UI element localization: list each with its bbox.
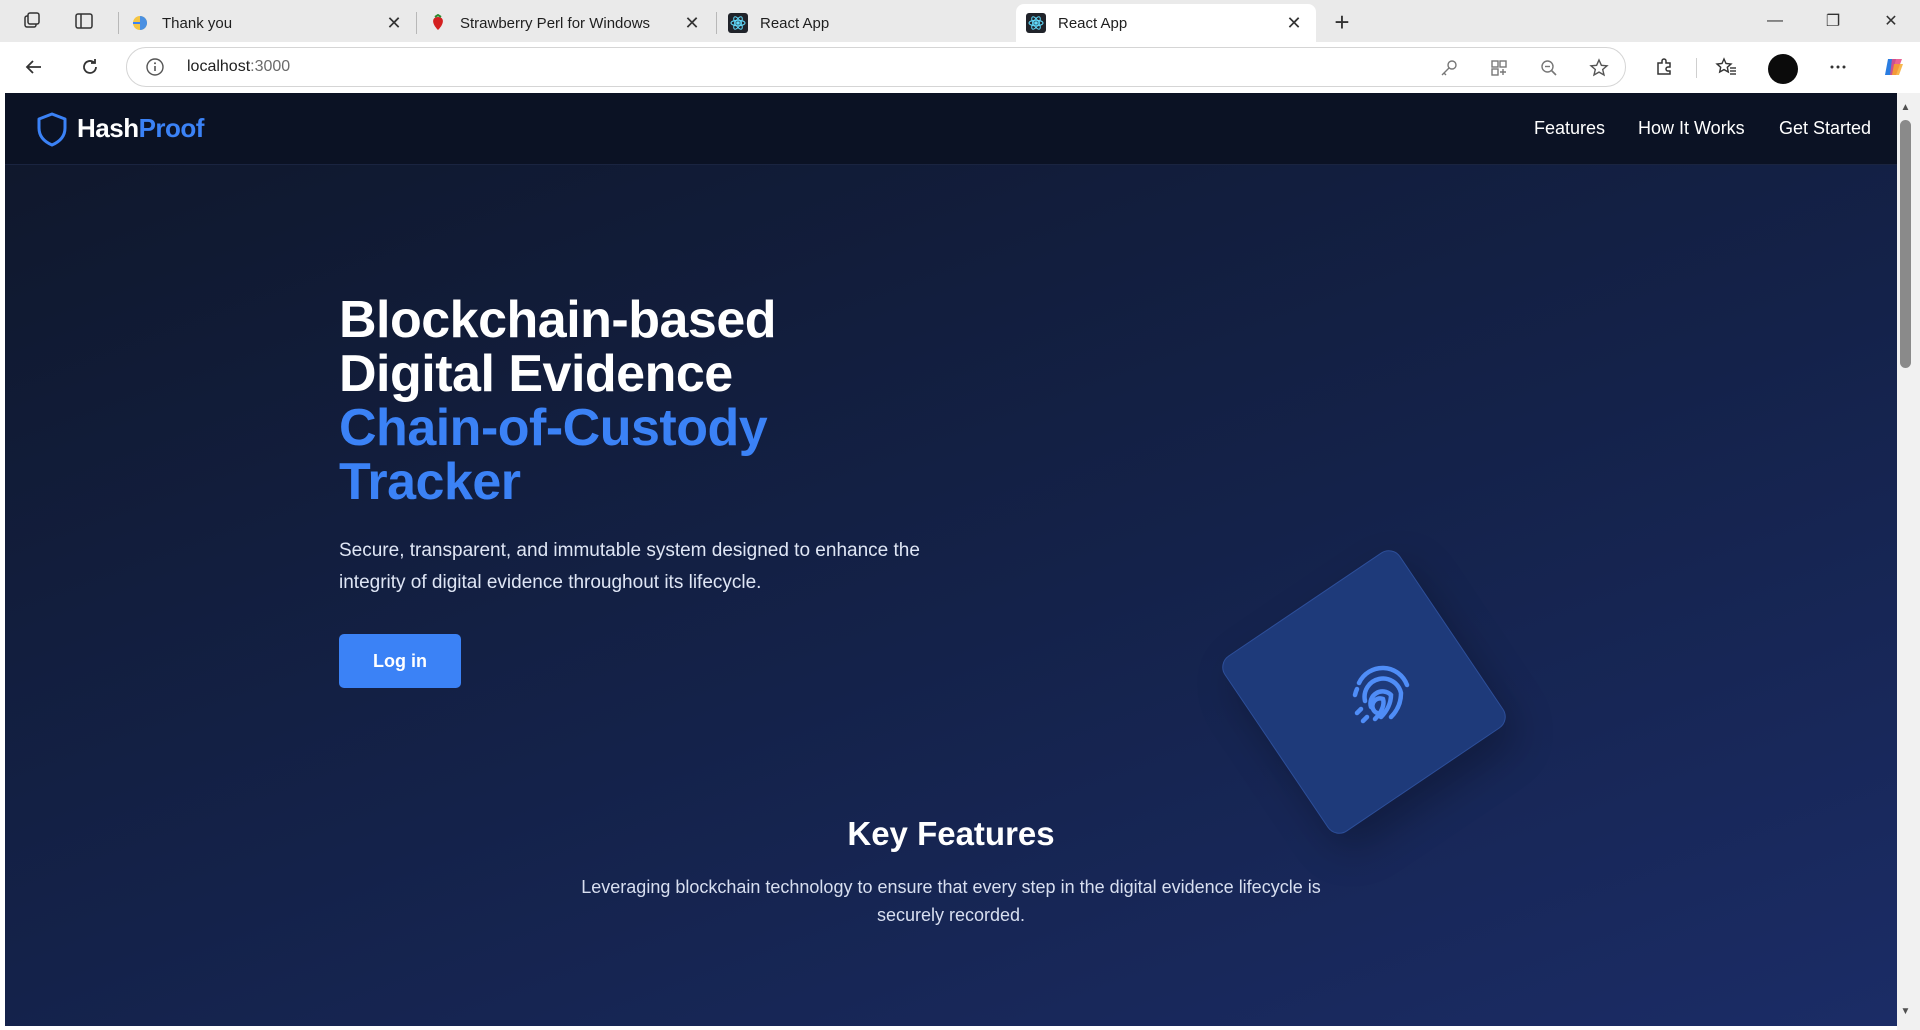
restore-button[interactable]: ❐	[1804, 0, 1862, 42]
close-window-button[interactable]: ✕	[1862, 0, 1920, 42]
nav-features-link[interactable]: Features	[1534, 118, 1605, 139]
tab-actions-icon[interactable]	[72, 9, 96, 33]
logo-part-hash: Hash	[77, 113, 139, 143]
react-icon	[1026, 13, 1046, 33]
new-tab-button[interactable]: +	[1328, 7, 1356, 37]
settings-more-button[interactable]	[1822, 51, 1854, 83]
hero-title-accent: Tracker	[339, 453, 521, 511]
tab-title: Strawberry Perl for Windows	[460, 14, 651, 32]
profile-avatar[interactable]	[1768, 54, 1798, 84]
hero-description: Secure, transparent, and immutable syste…	[339, 540, 920, 593]
browser-toolbar: localhost:3000	[0, 42, 1920, 92]
puzzle-icon	[1657, 58, 1671, 75]
tab-close-icon[interactable]: ✕	[1284, 13, 1304, 33]
tab-title: Thank you	[162, 14, 233, 32]
minimize-button[interactable]: —	[1746, 0, 1804, 42]
url-host: localhost	[187, 58, 251, 75]
scroll-down-arrow-icon[interactable]: ▼	[1897, 1004, 1914, 1018]
strawberry-icon	[428, 13, 448, 33]
app-available-icon[interactable]	[1487, 56, 1511, 80]
tab-title: React App	[760, 14, 830, 32]
login-button[interactable]: Log in	[339, 634, 461, 688]
site-navbar: HashProof Features How It Works Get Star…	[5, 93, 1897, 165]
workspaces-icon[interactable]	[20, 9, 44, 33]
browser-tab-bar: Thank you ✕ Strawberry Perl for Windows …	[0, 0, 1920, 42]
copilot-icon	[1885, 59, 1903, 75]
favorite-star-icon[interactable]	[1587, 56, 1611, 80]
reload-button[interactable]	[74, 51, 106, 83]
site-logo[interactable]: HashProof	[77, 113, 204, 144]
tab-close-icon[interactable]: ✕	[384, 13, 404, 33]
nav-how-it-works-link[interactable]: How It Works	[1638, 118, 1745, 139]
back-button[interactable]	[18, 51, 50, 83]
nav-get-started-link[interactable]: Get Started	[1779, 118, 1871, 139]
site-info-icon[interactable]	[145, 57, 165, 77]
tab-react-app[interactable]: React App	[718, 4, 1014, 42]
address-bar[interactable]: localhost:3000	[126, 47, 1626, 87]
extensions-button[interactable]	[1648, 51, 1680, 83]
react-icon	[728, 13, 748, 33]
hero-title-accent: Chain-of-Custody	[339, 399, 768, 457]
hero-title-line: Blockchain-based	[339, 291, 777, 349]
tab-react-app-active[interactable]: React App ✕	[1016, 4, 1316, 42]
hero-title: Blockchain-based Digital Evidence Chain-…	[339, 293, 899, 509]
globe-icon	[130, 13, 150, 33]
page-viewport: HashProof Features How It Works Get Star…	[5, 93, 1897, 1026]
tab-title: React App	[1058, 14, 1128, 32]
back-arrow-icon	[25, 60, 41, 74]
url-text[interactable]: localhost:3000	[187, 58, 290, 76]
key-icon[interactable]	[1437, 56, 1461, 80]
tab-strawberry-perl[interactable]: Strawberry Perl for Windows ✕	[418, 4, 714, 42]
key-features-title: Key Features	[847, 815, 1055, 852]
logo-part-proof: Proof	[138, 113, 205, 143]
url-port: :3000	[250, 58, 291, 75]
shield-icon[interactable]	[35, 111, 69, 147]
scroll-up-arrow-icon[interactable]: ▲	[1897, 100, 1914, 114]
tab-thank-you[interactable]: Thank you ✕	[120, 4, 416, 42]
fingerprint-icon	[1352, 665, 1410, 724]
tab-close-icon[interactable]: ✕	[682, 13, 702, 33]
hero-title-line: Digital Evidence	[339, 345, 733, 403]
favorites-button[interactable]	[1710, 51, 1742, 83]
key-features-description: Leveraging blockchain technology to ensu…	[581, 877, 1321, 925]
reload-icon	[83, 59, 97, 74]
zoom-out-icon[interactable]	[1537, 56, 1561, 80]
more-icon	[1830, 65, 1846, 69]
favorites-list-icon	[1715, 57, 1736, 75]
copilot-button[interactable]	[1878, 51, 1910, 83]
scrollbar-thumb[interactable]	[1900, 120, 1911, 368]
